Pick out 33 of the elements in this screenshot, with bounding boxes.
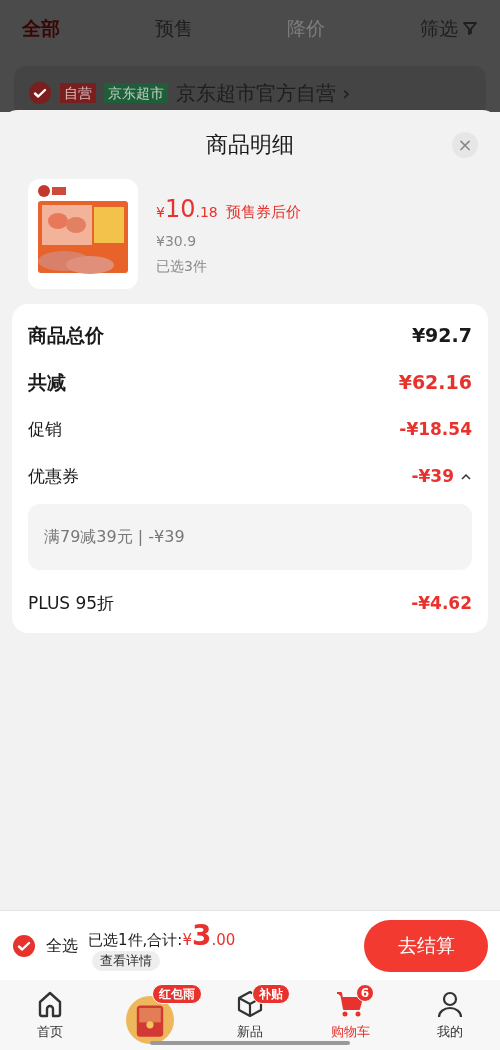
row-label: 共减 bbox=[28, 370, 66, 396]
badge: 补贴 bbox=[252, 984, 290, 1004]
quantity-text: 已选3件 bbox=[156, 257, 208, 276]
coupon-detail: 满79减39元 | -¥39 bbox=[28, 504, 472, 570]
select-all-label: 全选 bbox=[46, 934, 78, 957]
row-value: ¥92.7 bbox=[411, 323, 472, 349]
total-summary: 已选1件,合计:¥3.00 bbox=[88, 920, 236, 951]
sale-price: ¥10.18 预售券后价 bbox=[156, 194, 301, 226]
price-note: 预售券后价 bbox=[225, 202, 301, 223]
row-label: 促销 bbox=[28, 417, 62, 441]
sheet-title: 商品明细 bbox=[206, 130, 294, 159]
filter-icon bbox=[461, 20, 478, 36]
row-value: -¥39 bbox=[411, 464, 454, 488]
row-label: PLUS 95折 bbox=[28, 591, 115, 615]
details-button[interactable]: 查看详情 bbox=[92, 951, 160, 971]
store-badge: 自营 bbox=[60, 83, 96, 103]
row-label: 优惠券 bbox=[28, 464, 79, 488]
badge: 6 bbox=[356, 984, 374, 1002]
close-button[interactable]: × bbox=[452, 132, 478, 158]
nav-tab[interactable]: 我的 bbox=[400, 980, 500, 1050]
checkout-button[interactable]: 去结算 bbox=[364, 919, 488, 972]
nav-tab[interactable]: 红包雨 bbox=[100, 980, 200, 1050]
nav-tab[interactable]: 首页 bbox=[0, 980, 100, 1050]
row-value: -¥4.62 bbox=[411, 591, 472, 615]
checkbox[interactable] bbox=[12, 933, 36, 958]
row-value: ¥62.16 bbox=[398, 370, 472, 396]
row-value: -¥18.54 bbox=[399, 417, 472, 441]
row-label: 商品总价 bbox=[28, 323, 104, 349]
checkbox[interactable] bbox=[28, 81, 52, 105]
badge: 红包雨 bbox=[152, 984, 202, 1004]
store-badge: 京东超市 bbox=[104, 83, 168, 103]
tab[interactable]: 全部 bbox=[22, 13, 122, 43]
original-price: ¥30.9 bbox=[156, 232, 198, 251]
